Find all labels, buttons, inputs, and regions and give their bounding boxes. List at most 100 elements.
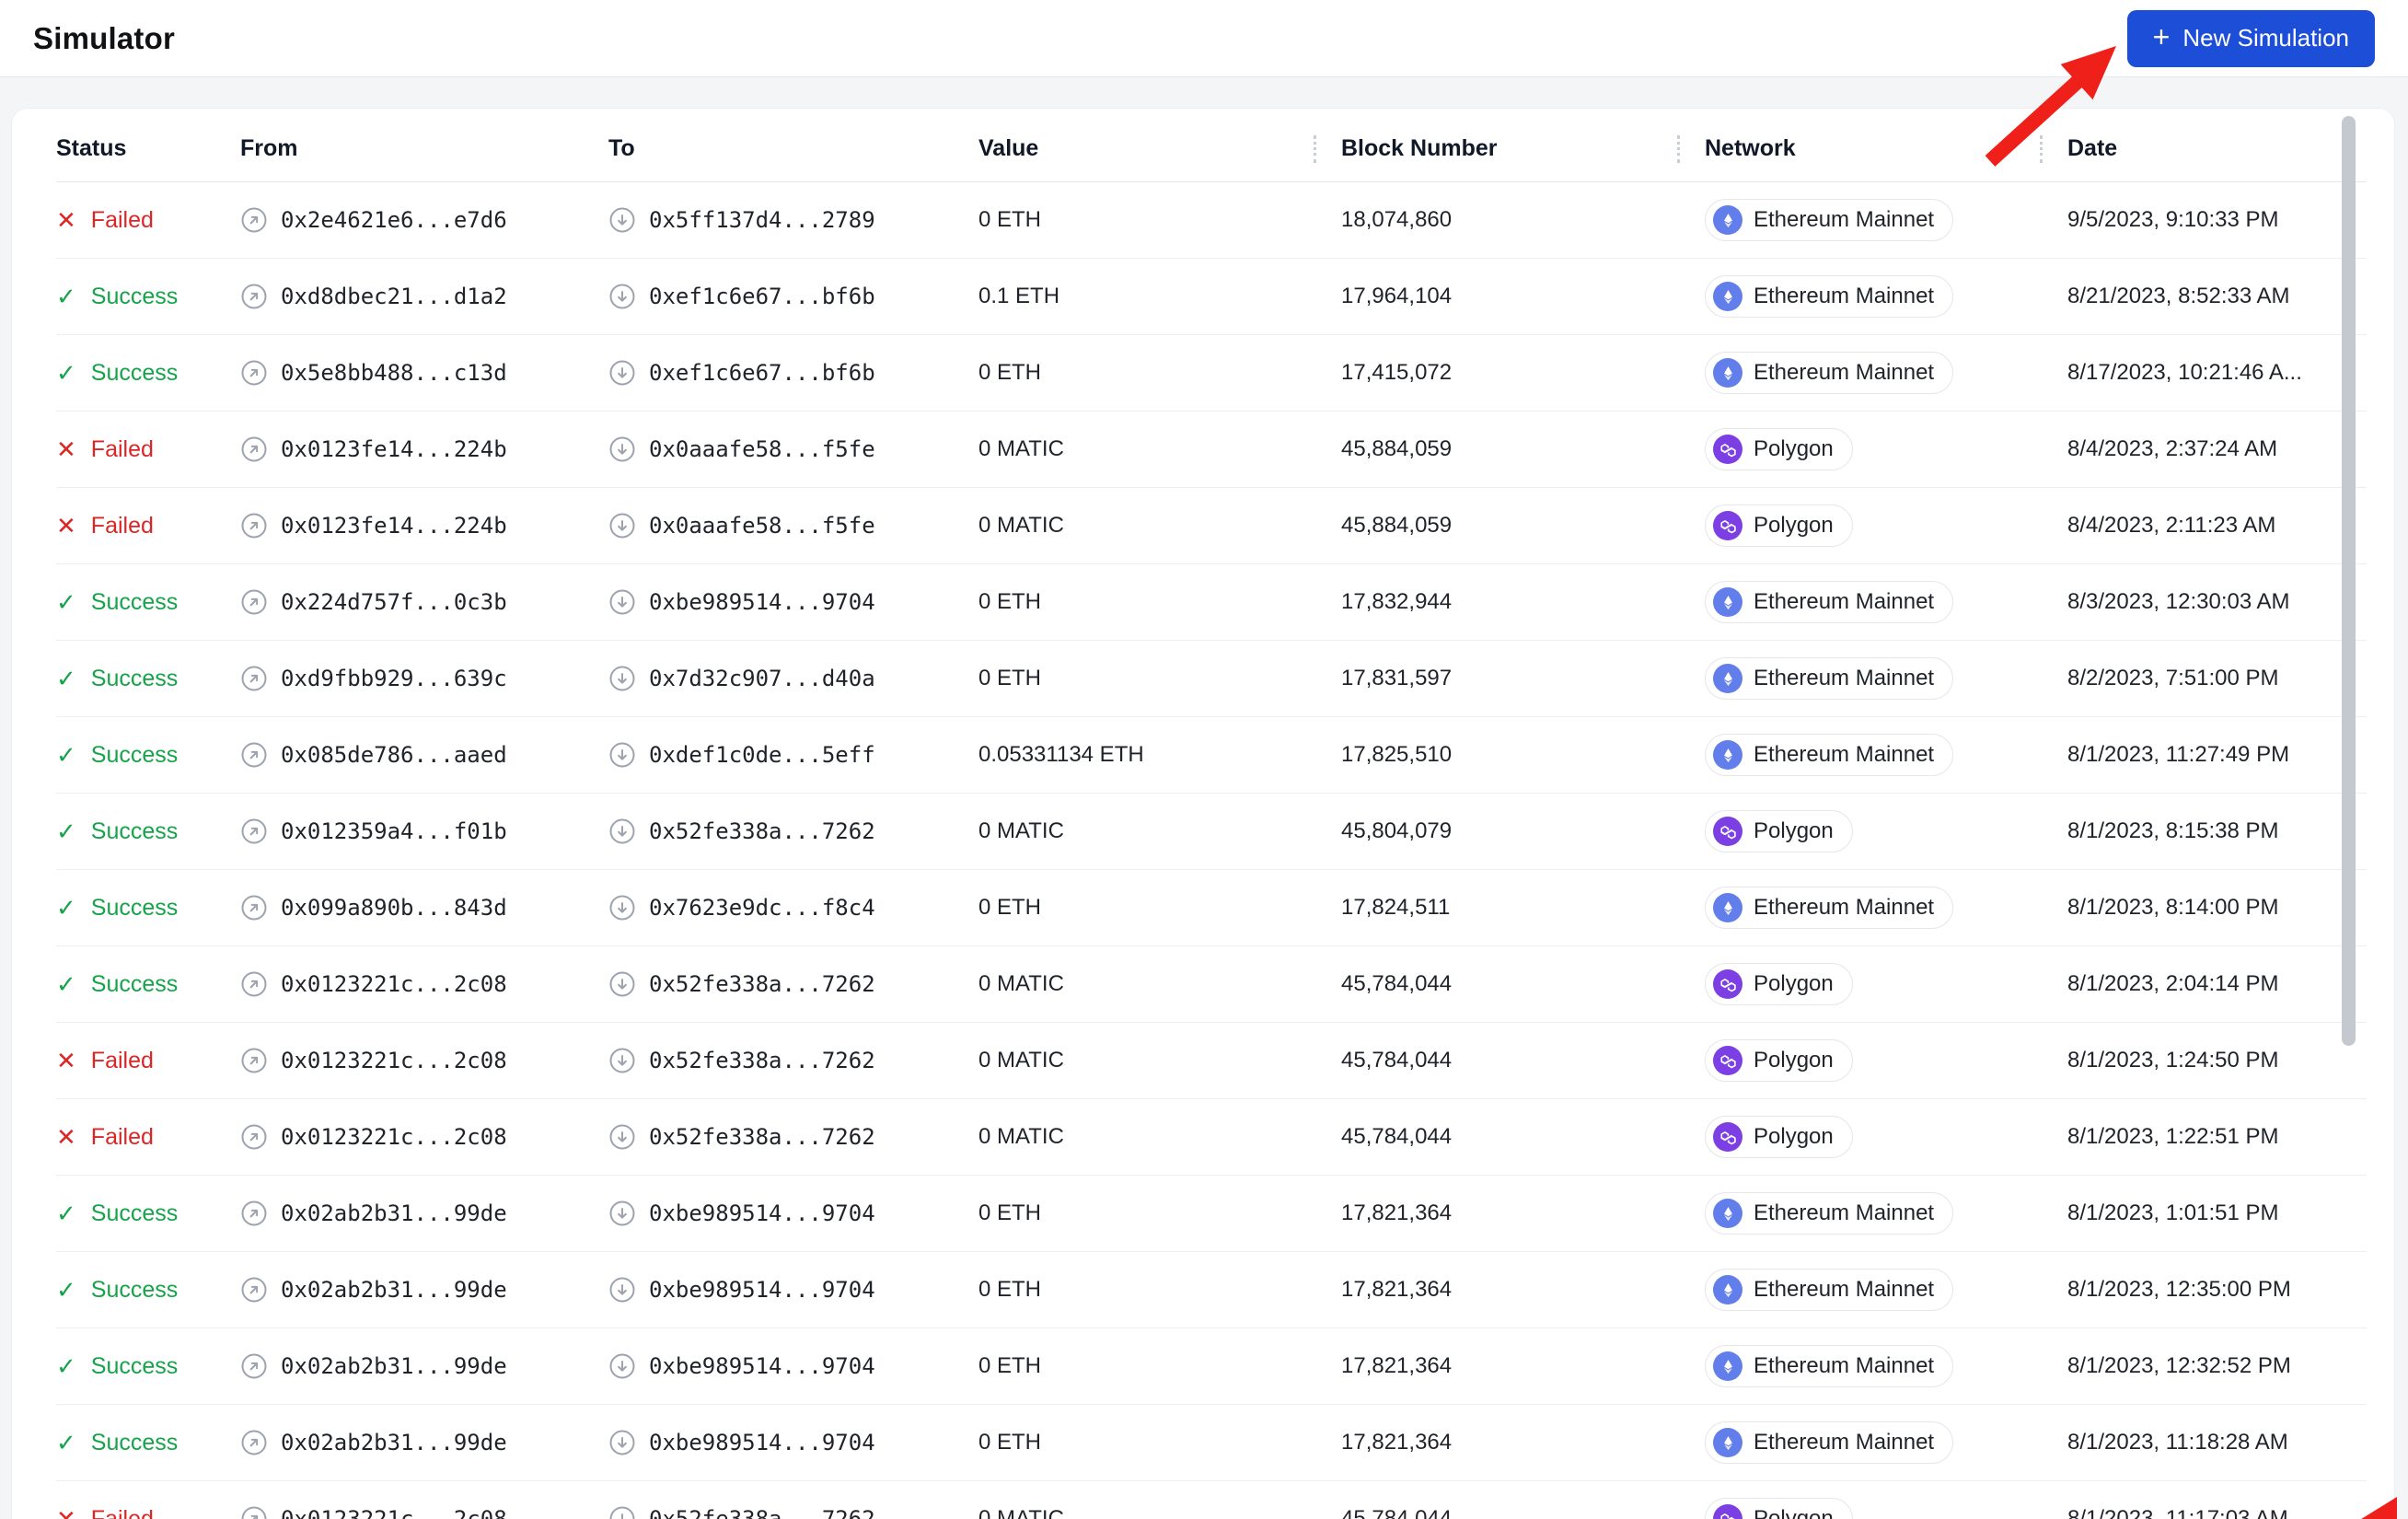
to-cell: 0x52fe338a...7262 [608,1047,978,1074]
from-address: 0x0123fe14...224b [281,513,507,539]
network-label: Polygon [1754,1124,1834,1149]
from-address: 0x085de786...aaed [281,742,507,768]
table-row[interactable]: ✓ Success 0x224d757f...0c3b 0xbe989514...97… [56,564,2367,641]
from-address-icon [240,665,268,692]
table-row[interactable]: ✓ Success 0x02ab2b31...99de 0xbe989514...97… [56,1328,2367,1405]
column-header-to[interactable]: To [608,135,978,162]
column-header-date[interactable]: Date [2067,135,2367,162]
from-cell: 0x0123fe14...224b [240,435,608,463]
date-cell: 8/2/2023, 7:51:00 PM [2067,666,2279,690]
from-address: 0x02ab2b31...99de [281,1430,507,1455]
from-cell: 0x2e4621e6...e7d6 [240,206,608,234]
block-number-cell: 45,784,044 [1341,971,1453,996]
status-label: Failed [90,435,154,462]
network-label: Polygon [1754,1506,1834,1519]
from-address-icon [240,894,268,922]
vertical-scrollbar-thumb[interactable] [2342,116,2356,1046]
table-row[interactable]: ✓ Success 0x02ab2b31...99de 0xbe989514...97… [56,1252,2367,1328]
column-header-status[interactable]: Status [56,135,240,162]
from-cell: 0x02ab2b31...99de [240,1276,608,1304]
to-address: 0x52fe338a...7262 [649,971,875,997]
table-row[interactable]: ✕ Failed 0x0123fe14...224b 0x0aaafe58...f5f… [56,412,2367,488]
date-cell: 8/1/2023, 11:17:03 AM [2067,1506,2288,1519]
x-icon: ✕ [56,1123,76,1151]
to-cell: 0xef1c6e67...bf6b [608,283,978,310]
ethereum-icon [1713,205,1742,235]
table-row[interactable]: ✓ Success 0x5e8bb488...c13d 0xef1c6e67...bf… [56,335,2367,412]
from-cell: 0x0123221c...2c08 [240,1505,608,1519]
table-row[interactable]: ✓ Success 0x0123221c...2c08 0x52fe338a...72… [56,946,2367,1023]
from-address-icon [240,512,268,539]
network-cell: Ethereum Mainnet [1705,1421,2067,1464]
block-number-cell: 45,804,079 [1341,818,1453,843]
status-cell: ✓ Success [56,1430,240,1456]
from-cell: 0x02ab2b31...99de [240,1352,608,1380]
table-row[interactable]: ✕ Failed 0x0123221c...2c08 0x52fe338a...726… [56,1099,2367,1176]
value-cell: 0 ETH [978,895,1042,920]
network-badge: Polygon [1705,504,1853,547]
table-row[interactable]: ✕ Failed 0x0123221c...2c08 0x52fe338a...726… [56,1481,2367,1519]
value-cell: 0 MATIC [978,1506,1064,1519]
ethereum-icon [1713,664,1742,693]
status-label: Failed [90,1123,154,1150]
column-header-network[interactable]: Network [1705,135,2067,162]
table-row[interactable]: ✓ Success 0x012359a4...f01b 0x52fe338a...72… [56,794,2367,870]
to-address-icon [608,741,636,769]
table-row[interactable]: ✓ Success 0x085de786...aaed 0xdef1c0de...5e… [56,717,2367,794]
table-row[interactable]: ✕ Failed 0x0123221c...2c08 0x52fe338a...726… [56,1023,2367,1099]
network-label: Ethereum Mainnet [1754,1353,1935,1378]
new-simulation-button[interactable]: + New Simulation [2126,9,2375,67]
from-address-icon [240,1123,268,1151]
to-cell: 0xbe989514...9704 [608,1352,978,1380]
network-label: Ethereum Mainnet [1754,360,1935,385]
top-bar: Simulator + New Simulation [0,0,2408,77]
polygon-icon [1713,1504,1742,1519]
page-title: Simulator [33,20,175,55]
check-icon: ✓ [56,588,76,616]
from-address-icon [240,206,268,234]
table-row[interactable]: ✓ Success 0x02ab2b31...99de 0xbe989514...97… [56,1176,2367,1252]
status-label: Failed [90,512,154,539]
network-label: Ethereum Mainnet [1754,742,1935,767]
from-address: 0x0123fe14...224b [281,436,507,462]
status-cell: ✕ Failed [56,207,240,234]
network-cell: Polygon [1705,504,2067,547]
date-cell: 8/1/2023, 8:15:38 PM [2067,818,2279,843]
table-row[interactable]: ✓ Success 0x02ab2b31...99de 0xbe989514...97… [56,1405,2367,1481]
ethereum-icon [1713,1351,1742,1381]
table-row[interactable]: ✓ Success 0xd9fbb929...639c 0x7d32c907...d4… [56,641,2367,717]
to-address-icon [608,588,636,616]
to-address-icon [608,359,636,387]
to-address-icon [608,283,636,310]
status-cell: ✕ Failed [56,513,240,539]
column-header-value[interactable]: Value [978,135,1341,162]
value-cell: 0 ETH [978,1430,1042,1455]
table-row[interactable]: ✓ Success 0xd8dbec21...d1a2 0xef1c6e67...bf… [56,259,2367,335]
date-cell: 8/1/2023, 11:18:28 AM [2067,1430,2288,1455]
polygon-icon [1713,435,1742,464]
value-cell: 0 MATIC [978,436,1064,461]
network-badge: Polygon [1705,428,1853,470]
status-label: Success [90,1429,179,1455]
polygon-icon [1713,817,1742,846]
block-number-cell: 17,825,510 [1341,742,1453,767]
to-address: 0xbe989514...9704 [649,1430,875,1455]
status-label: Success [90,1200,179,1226]
network-badge: Ethereum Mainnet [1705,734,1954,776]
to-cell: 0x52fe338a...7262 [608,1505,978,1519]
to-cell: 0x7623e9dc...f8c4 [608,894,978,922]
value-cell: 0 MATIC [978,1048,1064,1073]
to-cell: 0x52fe338a...7262 [608,970,978,998]
from-address: 0x0123221c...2c08 [281,1048,507,1073]
status-label: Success [90,665,179,691]
table-row[interactable]: ✕ Failed 0x0123fe14...224b 0x0aaafe58...f5f… [56,488,2367,564]
from-address: 0x5e8bb488...c13d [281,360,507,386]
column-header-from[interactable]: From [240,135,608,162]
table-row[interactable]: ✓ Success 0x099a890b...843d 0x7623e9dc...f8… [56,870,2367,946]
block-number-cell: 18,074,860 [1341,207,1453,232]
table-row[interactable]: ✕ Failed 0x2e4621e6...e7d6 0x5ff137d4...278… [56,182,2367,259]
check-icon: ✓ [56,283,76,310]
from-address: 0x02ab2b31...99de [281,1353,507,1379]
column-header-block-number[interactable]: Block Number [1341,135,1705,162]
network-label: Ethereum Mainnet [1754,589,1935,614]
